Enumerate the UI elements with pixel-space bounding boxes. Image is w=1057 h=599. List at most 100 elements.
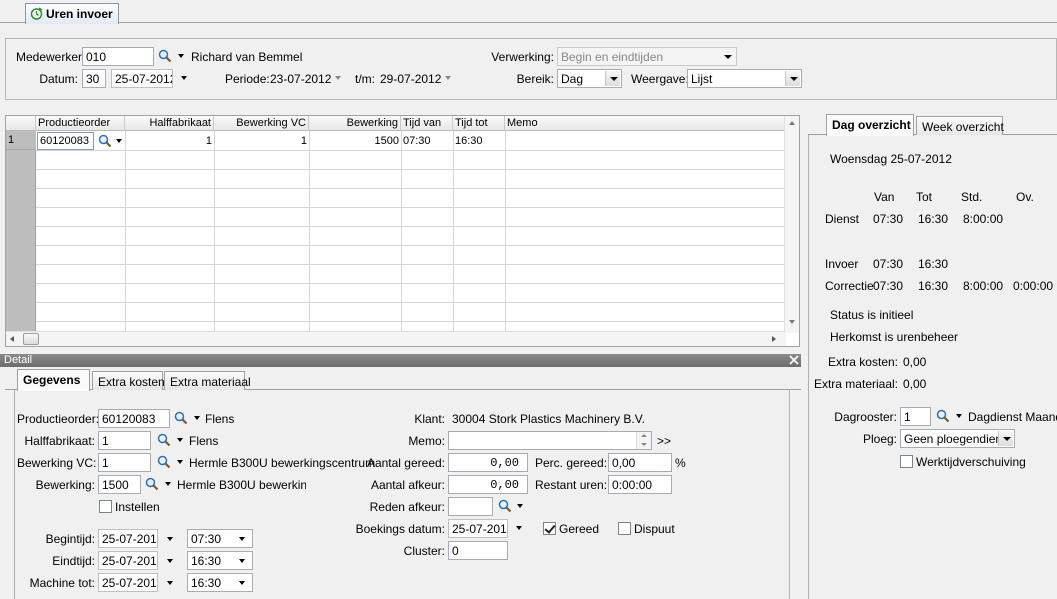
close-icon[interactable] [788,354,800,366]
col-bewerking-vc[interactable]: Bewerking VC [214,116,309,131]
productieorder-search-icon[interactable] [174,411,188,425]
dagrooster-input[interactable]: 1 [900,407,931,426]
grid-vertical-scrollbar[interactable] [784,116,799,333]
overview-invoer-tot: 16:30 [918,257,949,271]
machinetot-time-select[interactable]: 16:30 [187,573,253,592]
medewerker-label: Medewerker: [16,50,86,64]
col-halffabrikaat[interactable]: Halffabrikaat [125,116,214,131]
bewerking-desc: Hermle B300U bewerkingsc [177,478,306,492]
periode-to[interactable]: 29-07-2012 [380,72,441,86]
grid-horizontal-scrollbar[interactable] [6,331,786,346]
eindtijd-time-select[interactable]: 16:30 [187,551,253,570]
begintijd-date-dropdown-icon[interactable] [166,534,176,544]
overview-dienst-label: Dienst [825,212,860,226]
begintijd-date-input[interactable]: 25-07-2012 [98,529,158,548]
row-bewerking-vc[interactable]: 1 [214,135,307,147]
begintijd-time-select[interactable]: 07:30 [187,529,253,548]
col-bewerking[interactable]: Bewerking [309,116,401,131]
reden-afkeur-dropdown-icon[interactable] [516,501,526,511]
dispuut-checkbox[interactable] [618,522,631,535]
halffabrikaat-search-icon[interactable] [157,433,171,447]
tab-extra-materiaal[interactable]: Extra materiaal [164,371,251,390]
weergave-select[interactable]: Lijst [687,69,802,88]
begintijd-time-value: 07:30 [191,532,222,546]
memo-scroll-up-icon[interactable] [641,434,647,437]
bewerking-input[interactable]: 1500 [98,475,141,494]
bewerking-vc-label: Bewerking VC: [17,456,97,470]
werktijdverschuiving-checkbox[interactable] [900,455,913,468]
productieorder-input[interactable]: 60120083 [98,409,170,428]
periode-to-dropdown-icon[interactable] [444,73,454,83]
productieorder-dropdown-icon[interactable] [193,413,203,423]
overview-date-title: Woensdag 25-07-2012 [830,152,952,166]
machinetot-date-input[interactable]: 25-07-2012 [98,573,158,592]
col-tijd-tot[interactable]: Tijd tot [453,116,505,131]
dagrooster-search-icon[interactable] [936,409,950,423]
row-tijd-van[interactable]: 07:30 [403,135,431,147]
medewerker-code-input[interactable]: 010 [82,47,154,66]
gereed-checkbox[interactable] [543,522,556,535]
perc-gereed-input[interactable]: 0,00 [608,453,672,472]
perc-unit: % [675,456,686,470]
memo-scroll-down-icon[interactable] [641,443,647,446]
tab-extra-kosten[interactable]: Extra kosten [92,371,165,390]
tab-week-overzicht[interactable]: Week overzicht [916,116,1004,135]
bereik-select[interactable]: Dag [557,69,622,88]
scroll-down-icon[interactable] [789,320,795,324]
datum-dropdown-icon[interactable] [180,73,190,83]
halffabrikaat-dropdown-icon[interactable] [176,435,186,445]
restant-uren-input[interactable]: 0:00:00 [608,475,672,494]
tab-dag-overzicht[interactable]: Dag overzicht [826,114,914,136]
memo-input[interactable] [448,431,652,450]
uren-grid[interactable]: Productieorder Halffabrikaat Bewerking V… [5,115,800,347]
eindtijd-date-dropdown-icon[interactable] [166,556,176,566]
weergave-label: Weergave: [631,72,689,86]
bewerking-search-icon[interactable] [145,477,159,491]
memo-scroll[interactable] [636,432,651,449]
row-productieorder-search-icon[interactable] [98,134,112,148]
verwerking-select[interactable]: Begin en eindtijden [557,47,737,66]
bewerking-vc-search-icon[interactable] [157,455,171,469]
boekings-datum-dropdown-icon[interactable] [515,523,525,533]
halffabrikaat-input[interactable]: 1 [98,431,151,450]
row-productieorder-input[interactable]: 60120083 [37,132,94,150]
tab-gegevens[interactable]: Gegevens [17,369,90,391]
medewerker-dropdown-icon[interactable] [177,51,187,61]
row-bewerking[interactable]: 1500 [309,135,399,147]
medewerker-search-icon[interactable] [158,49,172,63]
row-halffabrikaat[interactable]: 1 [125,135,212,147]
scroll-right-icon[interactable] [772,336,776,342]
aantal-gereed-input[interactable]: 0,00 [448,453,528,472]
col-tijd-van[interactable]: Tijd van [401,116,453,131]
row-tijd-tot[interactable]: 16:30 [455,135,483,147]
col-productieorder[interactable]: Productieorder [36,116,125,131]
bewerking-vc-dropdown-icon[interactable] [176,457,186,467]
bewerking-dropdown-icon[interactable] [164,479,174,489]
periode-from[interactable]: 23-07-2012 [270,72,331,86]
detail-title: Detail [4,354,33,366]
overview-extra-kosten-label: Extra kosten: [827,355,898,369]
horizontal-scroll-thumb[interactable] [23,333,39,345]
datum-day-input[interactable]: 30 [82,69,106,88]
dagrooster-dropdown-icon[interactable] [955,411,965,421]
periode-from-dropdown-icon[interactable] [334,73,344,83]
scroll-left-icon[interactable] [10,336,14,342]
scroll-up-icon[interactable] [789,121,795,125]
cluster-input[interactable]: 0 [448,541,508,560]
tab-uren-invoer[interactable]: Uren invoer [25,3,119,24]
machinetot-date-dropdown-icon[interactable] [166,578,176,588]
productieorder-label: Productieorder: [17,412,100,426]
overview-correctie-tot: 16:30 [918,279,949,293]
bewerking-vc-input[interactable]: 1 [98,453,151,472]
aantal-afkeur-input[interactable]: 0,00 [448,475,528,494]
col-memo[interactable]: Memo [505,116,786,131]
reden-afkeur-input[interactable] [448,497,493,516]
datum-date-input[interactable]: 25-07-2012 [111,69,173,88]
row-productieorder-dropdown-icon[interactable] [115,136,125,146]
eindtijd-date-input[interactable]: 25-07-2012 [98,551,158,570]
memo-expand-button[interactable]: >> [657,434,671,448]
instellen-checkbox[interactable] [99,500,112,513]
ploeg-select[interactable]: Geen ploegendiens [900,429,1015,448]
reden-afkeur-search-icon[interactable] [498,499,512,513]
boekings-datum-input[interactable]: 25-07-2012 [448,519,508,538]
